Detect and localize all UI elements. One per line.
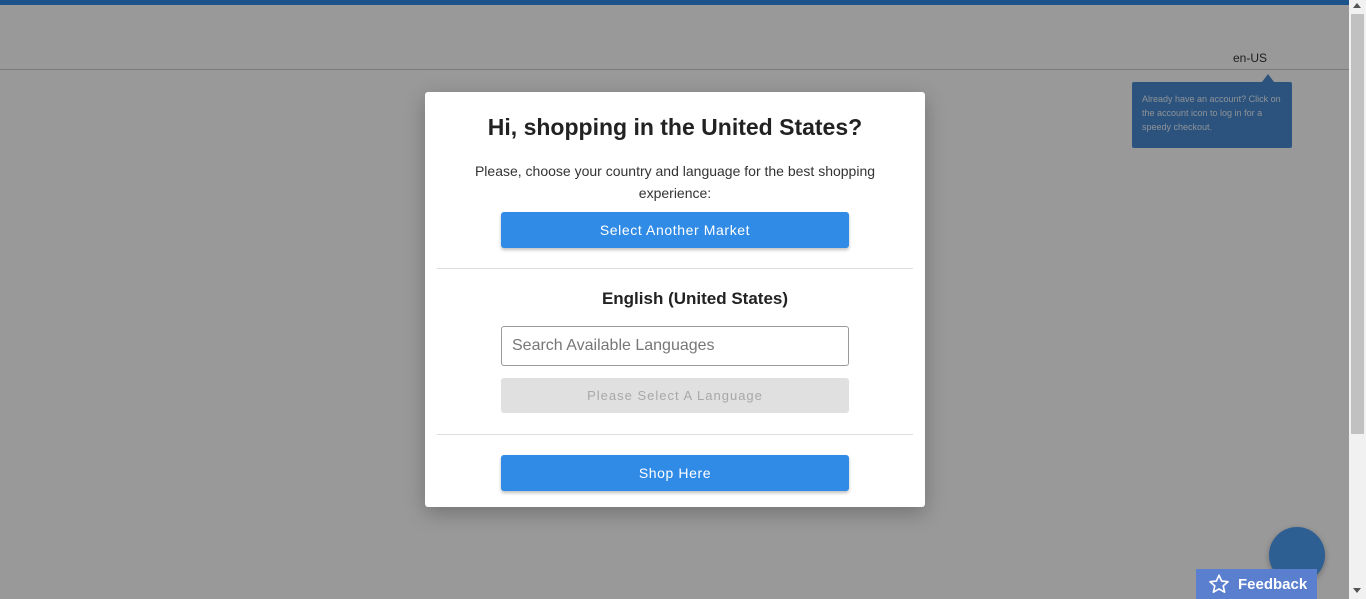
select-another-market-button[interactable]: Select Another Market [501,212,849,248]
search-languages-input[interactable] [501,326,849,366]
scroll-thumb[interactable] [1351,14,1364,434]
modal-subtitle: Please, choose your country and language… [474,163,876,201]
shop-here-button[interactable]: Shop Here [501,455,849,491]
feedback-tab[interactable]: Feedback [1196,569,1317,599]
modal-title: Hi, shopping in the United States? [487,114,863,140]
divider [437,268,913,269]
star-icon [1209,574,1229,593]
current-language-label: English (United States) [601,289,789,308]
select-language-button: Please Select A Language [501,378,849,413]
feedback-label: Feedback [1238,575,1308,593]
vertical-scrollbar[interactable] [1349,0,1366,599]
scroll-up-arrow-icon[interactable] [1353,3,1361,8]
scroll-down-arrow-icon[interactable] [1353,588,1361,593]
market-language-modal: Hi, shopping in the United States? Pleas… [425,92,925,507]
divider [437,434,913,435]
